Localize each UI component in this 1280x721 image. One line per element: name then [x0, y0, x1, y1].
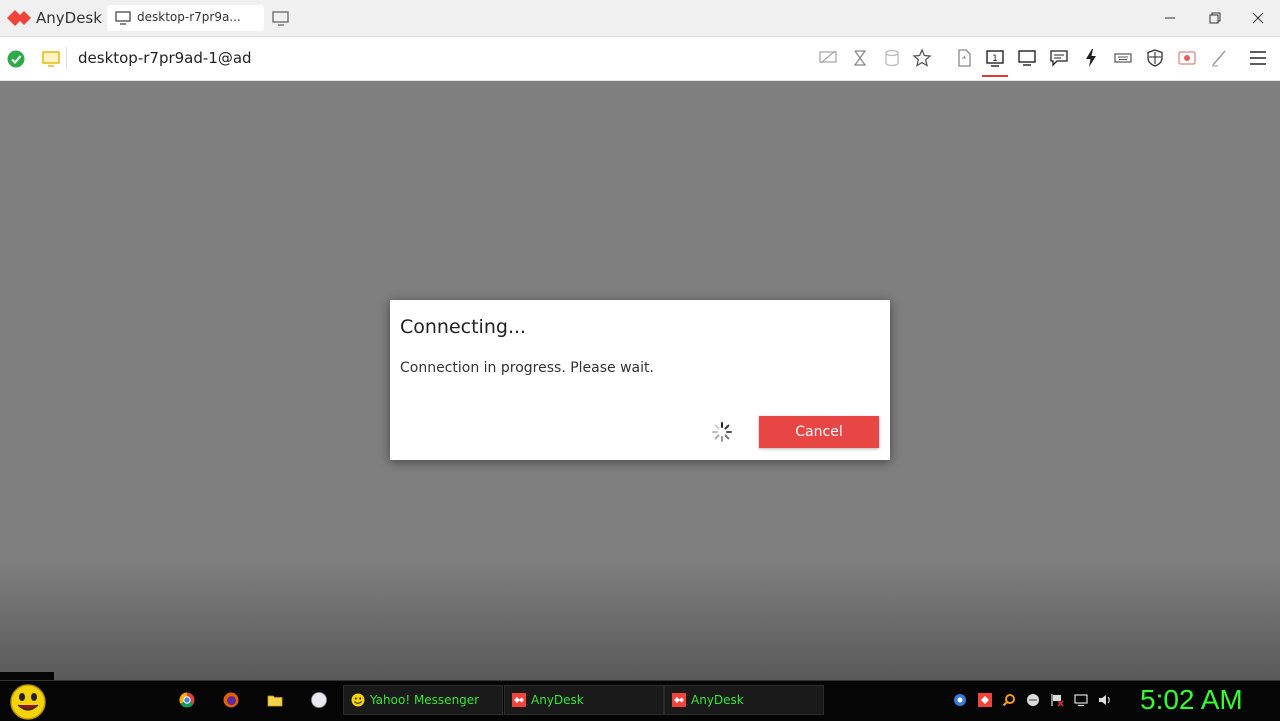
- flag-icon[interactable]: [1050, 693, 1064, 707]
- display-tray-icon[interactable]: [1074, 693, 1088, 707]
- search-tray-icon[interactable]: [1002, 693, 1016, 707]
- anydesk-icon: [672, 693, 686, 707]
- tab-title: desktop-r7pr9a...: [137, 10, 241, 24]
- close-icon[interactable]: [1249, 9, 1267, 27]
- hourglass-icon[interactable]: [850, 48, 870, 68]
- connected-check-icon: [7, 50, 25, 68]
- anydesk-logo-icon: [7, 10, 31, 26]
- pen-icon[interactable]: [1209, 48, 1229, 68]
- dialog-title: Connecting...: [400, 316, 527, 338]
- task-label: Yahoo! Messenger: [370, 693, 480, 707]
- anydesk-icon: [512, 693, 526, 707]
- firefox-icon[interactable]: [223, 692, 239, 708]
- taskbar-clock[interactable]: 5:02 AM: [1140, 684, 1243, 716]
- title-bar: AnyDesk desktop-r7pr9a...: [0, 0, 1280, 37]
- monitor-icon: [42, 51, 60, 67]
- cancel-button[interactable]: Cancel: [759, 416, 879, 448]
- loading-spinner-icon: [712, 422, 732, 442]
- display-off-icon[interactable]: [818, 48, 838, 68]
- keyboard-icon[interactable]: [1113, 48, 1133, 68]
- folder-icon[interactable]: [267, 692, 283, 708]
- file-transfer-icon[interactable]: [954, 48, 974, 68]
- chrome-icon[interactable]: [179, 692, 195, 708]
- monitor-1-icon[interactable]: 1: [985, 48, 1005, 68]
- menu-icon[interactable]: [1248, 48, 1268, 68]
- minimize-icon[interactable]: [1161, 9, 1179, 27]
- connecting-dialog: Connecting... Connection in progress. Pl…: [390, 300, 890, 460]
- new-connection-icon[interactable]: [272, 10, 290, 26]
- address-bar: desktop-r7pr9ad-1@ad 1: [0, 37, 1280, 81]
- task-label: AnyDesk: [691, 693, 744, 707]
- start-button-smiley-icon[interactable]: [8, 682, 48, 720]
- restore-icon[interactable]: [1206, 9, 1224, 27]
- dialog-message: Connection in progress. Please wait.: [400, 360, 654, 376]
- network-icon[interactable]: [953, 693, 967, 707]
- remote-address[interactable]: desktop-r7pr9ad-1@ad: [78, 49, 252, 67]
- globe-tray-icon[interactable]: [1026, 693, 1040, 707]
- app-name: AnyDesk: [36, 9, 102, 27]
- yahoo-messenger-icon: [351, 693, 365, 707]
- task-yahoo-messenger[interactable]: Yahoo! Messenger: [343, 685, 503, 715]
- remote-screen-background: [0, 560, 1280, 680]
- globe-icon[interactable]: [311, 692, 327, 708]
- anydesk-tray-icon[interactable]: [978, 693, 992, 707]
- task-anydesk-2[interactable]: AnyDesk: [664, 685, 824, 715]
- monitor-number: 1: [992, 54, 998, 64]
- shield-icon[interactable]: [1145, 48, 1165, 68]
- star-icon[interactable]: [912, 48, 932, 68]
- record-icon[interactable]: [1177, 48, 1197, 68]
- lightning-icon[interactable]: [1081, 48, 1101, 68]
- monitor-icon[interactable]: [1017, 48, 1037, 68]
- database-icon[interactable]: [882, 48, 902, 68]
- task-anydesk-1[interactable]: AnyDesk: [504, 685, 664, 715]
- separator: [66, 47, 67, 69]
- volume-icon[interactable]: [1098, 693, 1112, 707]
- task-label: AnyDesk: [531, 693, 584, 707]
- monitor-icon: [115, 11, 131, 25]
- active-tool-indicator: [982, 75, 1008, 77]
- tab-remote-desktop[interactable]: desktop-r7pr9a...: [107, 5, 264, 31]
- chat-icon[interactable]: [1049, 48, 1069, 68]
